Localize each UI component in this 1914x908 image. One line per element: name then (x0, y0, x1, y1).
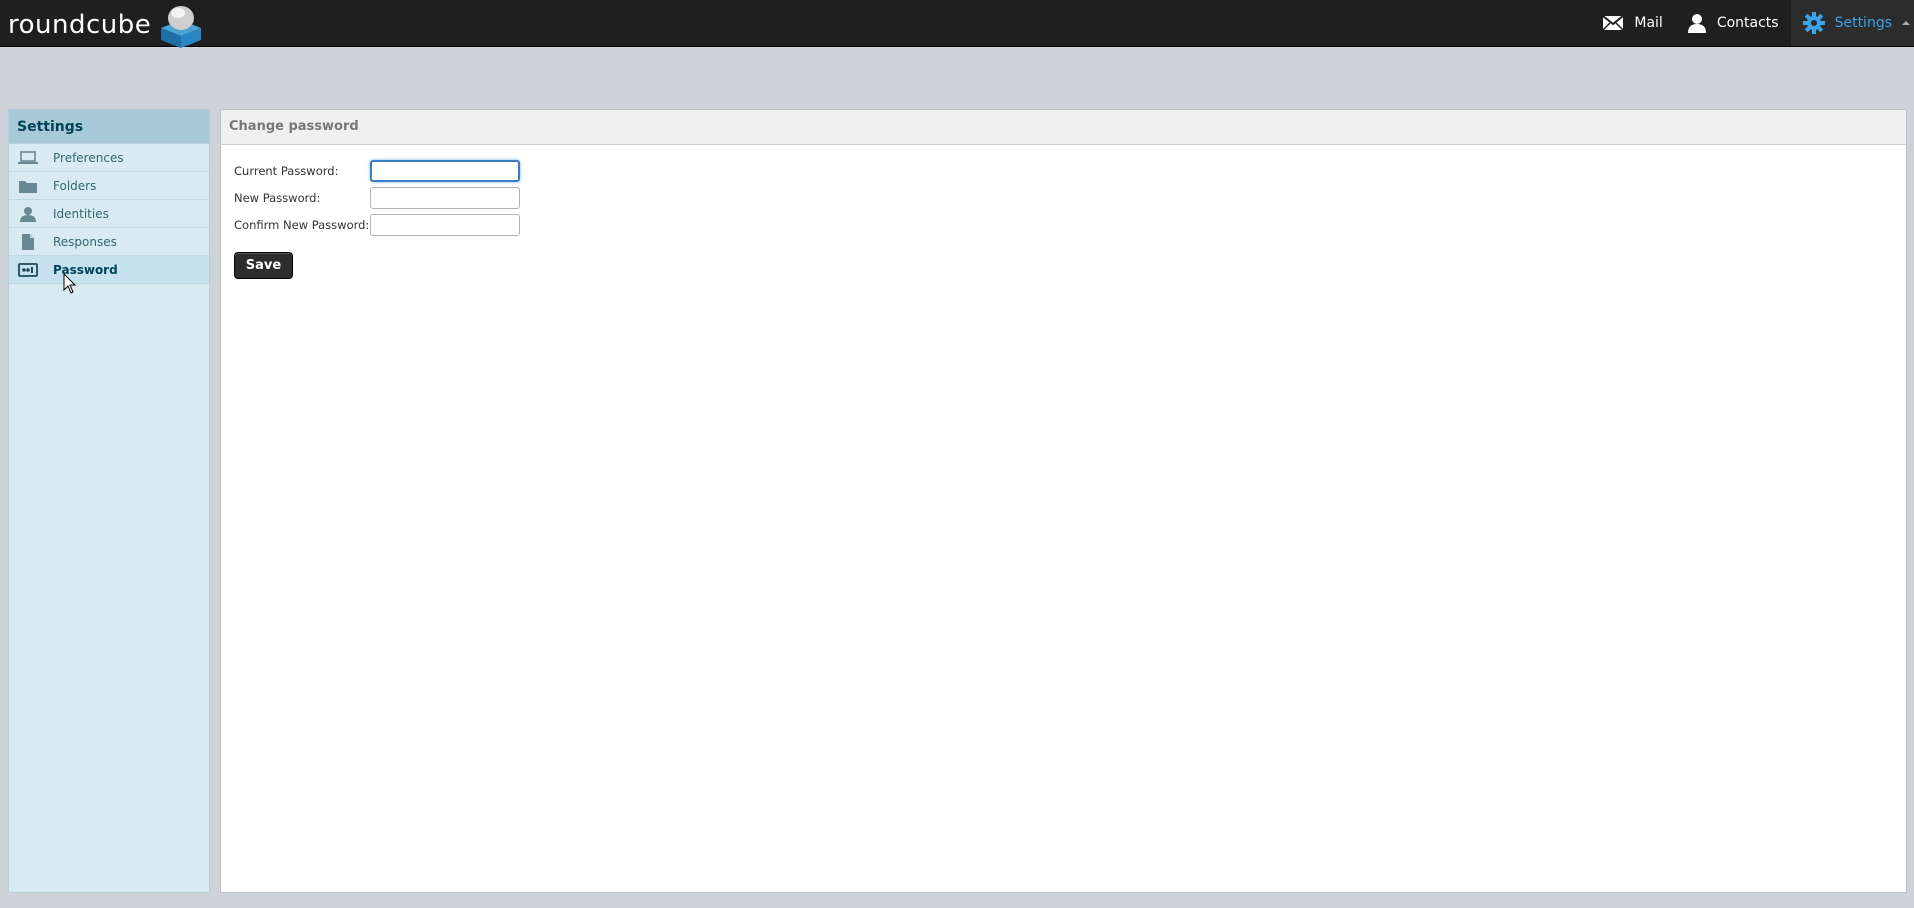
roundcube-logo[interactable]: roundcube (8, 2, 205, 48)
sidebar-item-label: Preferences (53, 150, 124, 165)
password-form: Current Password: New Password: Confirm … (234, 157, 520, 279)
confirm-password-row: Confirm New Password: (234, 211, 520, 238)
panel-title: Change password (221, 110, 1906, 145)
logo-cube-icon (161, 6, 202, 48)
sidebar-item-folders[interactable]: Folders (9, 172, 209, 200)
gear-icon (1802, 12, 1825, 34)
current-password-input[interactable] (370, 159, 520, 182)
save-button[interactable]: Save (234, 252, 293, 279)
settings-sidebar: Settings Preferences Folders Identities … (8, 109, 210, 893)
nav-contacts-label: Contacts (1716, 15, 1779, 31)
current-password-row: Current Password: (234, 157, 520, 184)
confirm-password-label: Confirm New Password: (234, 217, 370, 232)
sidebar-item-responses[interactable]: Responses (9, 228, 209, 256)
top-bar: roundcube Mail Contacts Settings (0, 0, 1914, 48)
nav-mail-label: Mail (1634, 15, 1663, 31)
envelope-icon (1602, 15, 1624, 31)
person-icon (1687, 14, 1706, 33)
nav-mail[interactable]: Mail (1590, 0, 1674, 46)
new-password-input[interactable] (370, 186, 520, 209)
person-icon (17, 206, 39, 222)
nav-settings-label: Settings (1834, 15, 1892, 31)
document-icon (17, 233, 39, 250)
nav-contacts[interactable]: Contacts (1675, 0, 1791, 46)
sidebar-item-label: Responses (53, 234, 117, 249)
new-password-label: New Password: (234, 190, 321, 205)
sidebar-item-label: Identities (53, 206, 109, 221)
nav-settings[interactable]: Settings (1790, 0, 1914, 46)
mouse-pointer-icon (63, 273, 77, 294)
current-password-label: Current Password: (234, 163, 339, 178)
logo-text: roundcube (8, 10, 152, 40)
sidebar-title: Settings (9, 110, 209, 144)
sidebar-item-identities[interactable]: Identities (9, 200, 209, 228)
sidebar-item-password[interactable]: Password (9, 256, 209, 284)
new-password-row: New Password: (234, 184, 520, 211)
sidebar-item-preferences[interactable]: Preferences (9, 144, 209, 172)
laptop-icon (17, 150, 39, 166)
change-password-panel: Change password Current Password: New Pa… (220, 109, 1907, 893)
password-icon (17, 262, 39, 278)
folder-icon (17, 178, 39, 194)
confirm-password-input[interactable] (370, 213, 520, 236)
top-navigation: Mail Contacts Settings (1590, 0, 1914, 46)
sidebar-item-label: Folders (53, 178, 97, 193)
